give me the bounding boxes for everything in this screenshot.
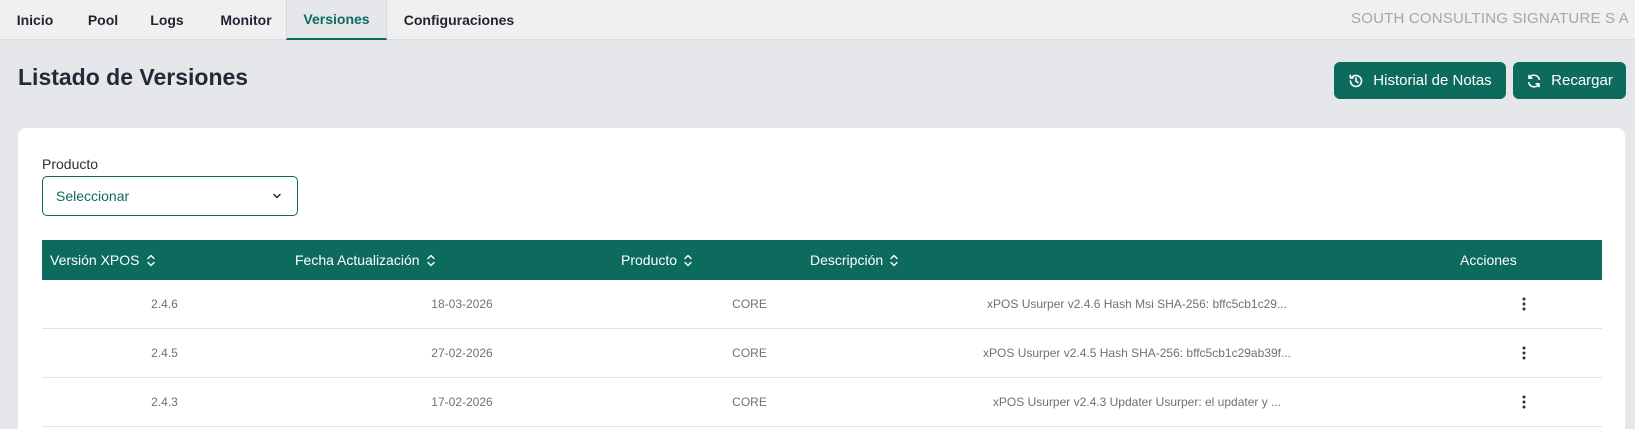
cell-date: 18-03-2026 (431, 297, 493, 311)
row-actions-menu[interactable] (1512, 341, 1536, 365)
reload-button[interactable]: Recargar (1513, 62, 1626, 99)
kebab-menu-icon (1522, 297, 1526, 311)
row-actions-menu[interactable] (1512, 292, 1536, 316)
tab-inicio[interactable]: Inicio (4, 0, 66, 40)
column-description[interactable]: Descripción (810, 240, 899, 280)
tab-logs[interactable]: Logs (140, 0, 194, 40)
cell-product: CORE (732, 395, 767, 409)
tab-versiones[interactable]: Versiones (286, 0, 387, 40)
page-title: Listado de Versiones (18, 64, 249, 90)
column-date[interactable]: Fecha Actualización (295, 240, 436, 280)
chevron-down-icon (271, 190, 283, 202)
company-name: SOUTH CONSULTING SIGNATURE S A (1351, 9, 1629, 27)
tab-pool[interactable]: Pool (80, 0, 126, 40)
top-navigation: Inicio Pool Logs Monitor Versiones Confi… (0, 0, 1635, 40)
cell-version: 2.4.5 (151, 346, 178, 360)
history-notes-label: Historial de Notas (1373, 72, 1492, 89)
column-actions: Acciones (1460, 240, 1517, 280)
column-actions-label: Acciones (1460, 252, 1517, 268)
history-notes-button[interactable]: Historial de Notas (1334, 62, 1506, 99)
tab-monitor[interactable]: Monitor (208, 0, 284, 40)
table-row: 2.4.3 17-02-2026 CORE xPOS Usurper v2.4.… (42, 378, 1602, 427)
product-select-value: Seleccionar (56, 188, 130, 204)
row-actions-menu[interactable] (1512, 390, 1536, 414)
cell-version: 2.4.3 (151, 395, 178, 409)
product-select[interactable]: Seleccionar (42, 176, 298, 216)
column-version[interactable]: Versión XPOS (50, 240, 156, 280)
refresh-icon (1526, 73, 1542, 89)
kebab-menu-icon (1522, 395, 1526, 409)
cell-product: CORE (732, 346, 767, 360)
column-description-label: Descripción (810, 252, 884, 268)
column-date-label: Fecha Actualización (295, 252, 420, 268)
sort-icon (683, 254, 693, 267)
tab-configuraciones[interactable]: Configuraciones (398, 0, 520, 40)
column-version-label: Versión XPOS (50, 252, 140, 268)
cell-product: CORE (732, 297, 767, 311)
sort-icon (146, 254, 156, 267)
cell-version: 2.4.6 (151, 297, 178, 311)
table-row: 2.4.5 27-02-2026 CORE xPOS Usurper v2.4.… (42, 329, 1602, 378)
cell-description: xPOS Usurper v2.4.5 Hash SHA-256: bffc5c… (983, 346, 1291, 360)
table-row: 2.4.6 18-03-2026 CORE xPOS Usurper v2.4.… (42, 280, 1602, 329)
column-product-label: Producto (621, 252, 678, 268)
kebab-menu-icon (1522, 346, 1526, 360)
sort-icon (889, 254, 899, 267)
table-header: Versión XPOS Fecha Actualización Product… (42, 240, 1602, 280)
sort-icon (426, 254, 436, 267)
reload-label: Recargar (1551, 72, 1613, 89)
cell-date: 27-02-2026 (431, 346, 493, 360)
history-icon (1348, 73, 1364, 89)
cell-date: 17-02-2026 (431, 395, 493, 409)
column-product[interactable]: Producto (621, 240, 693, 280)
product-filter-label: Producto (42, 156, 99, 172)
cell-description: xPOS Usurper v2.4.6 Hash Msi SHA-256: bf… (987, 297, 1287, 311)
cell-description: xPOS Usurper v2.4.3 Updater Usurper: el … (992, 395, 1282, 409)
